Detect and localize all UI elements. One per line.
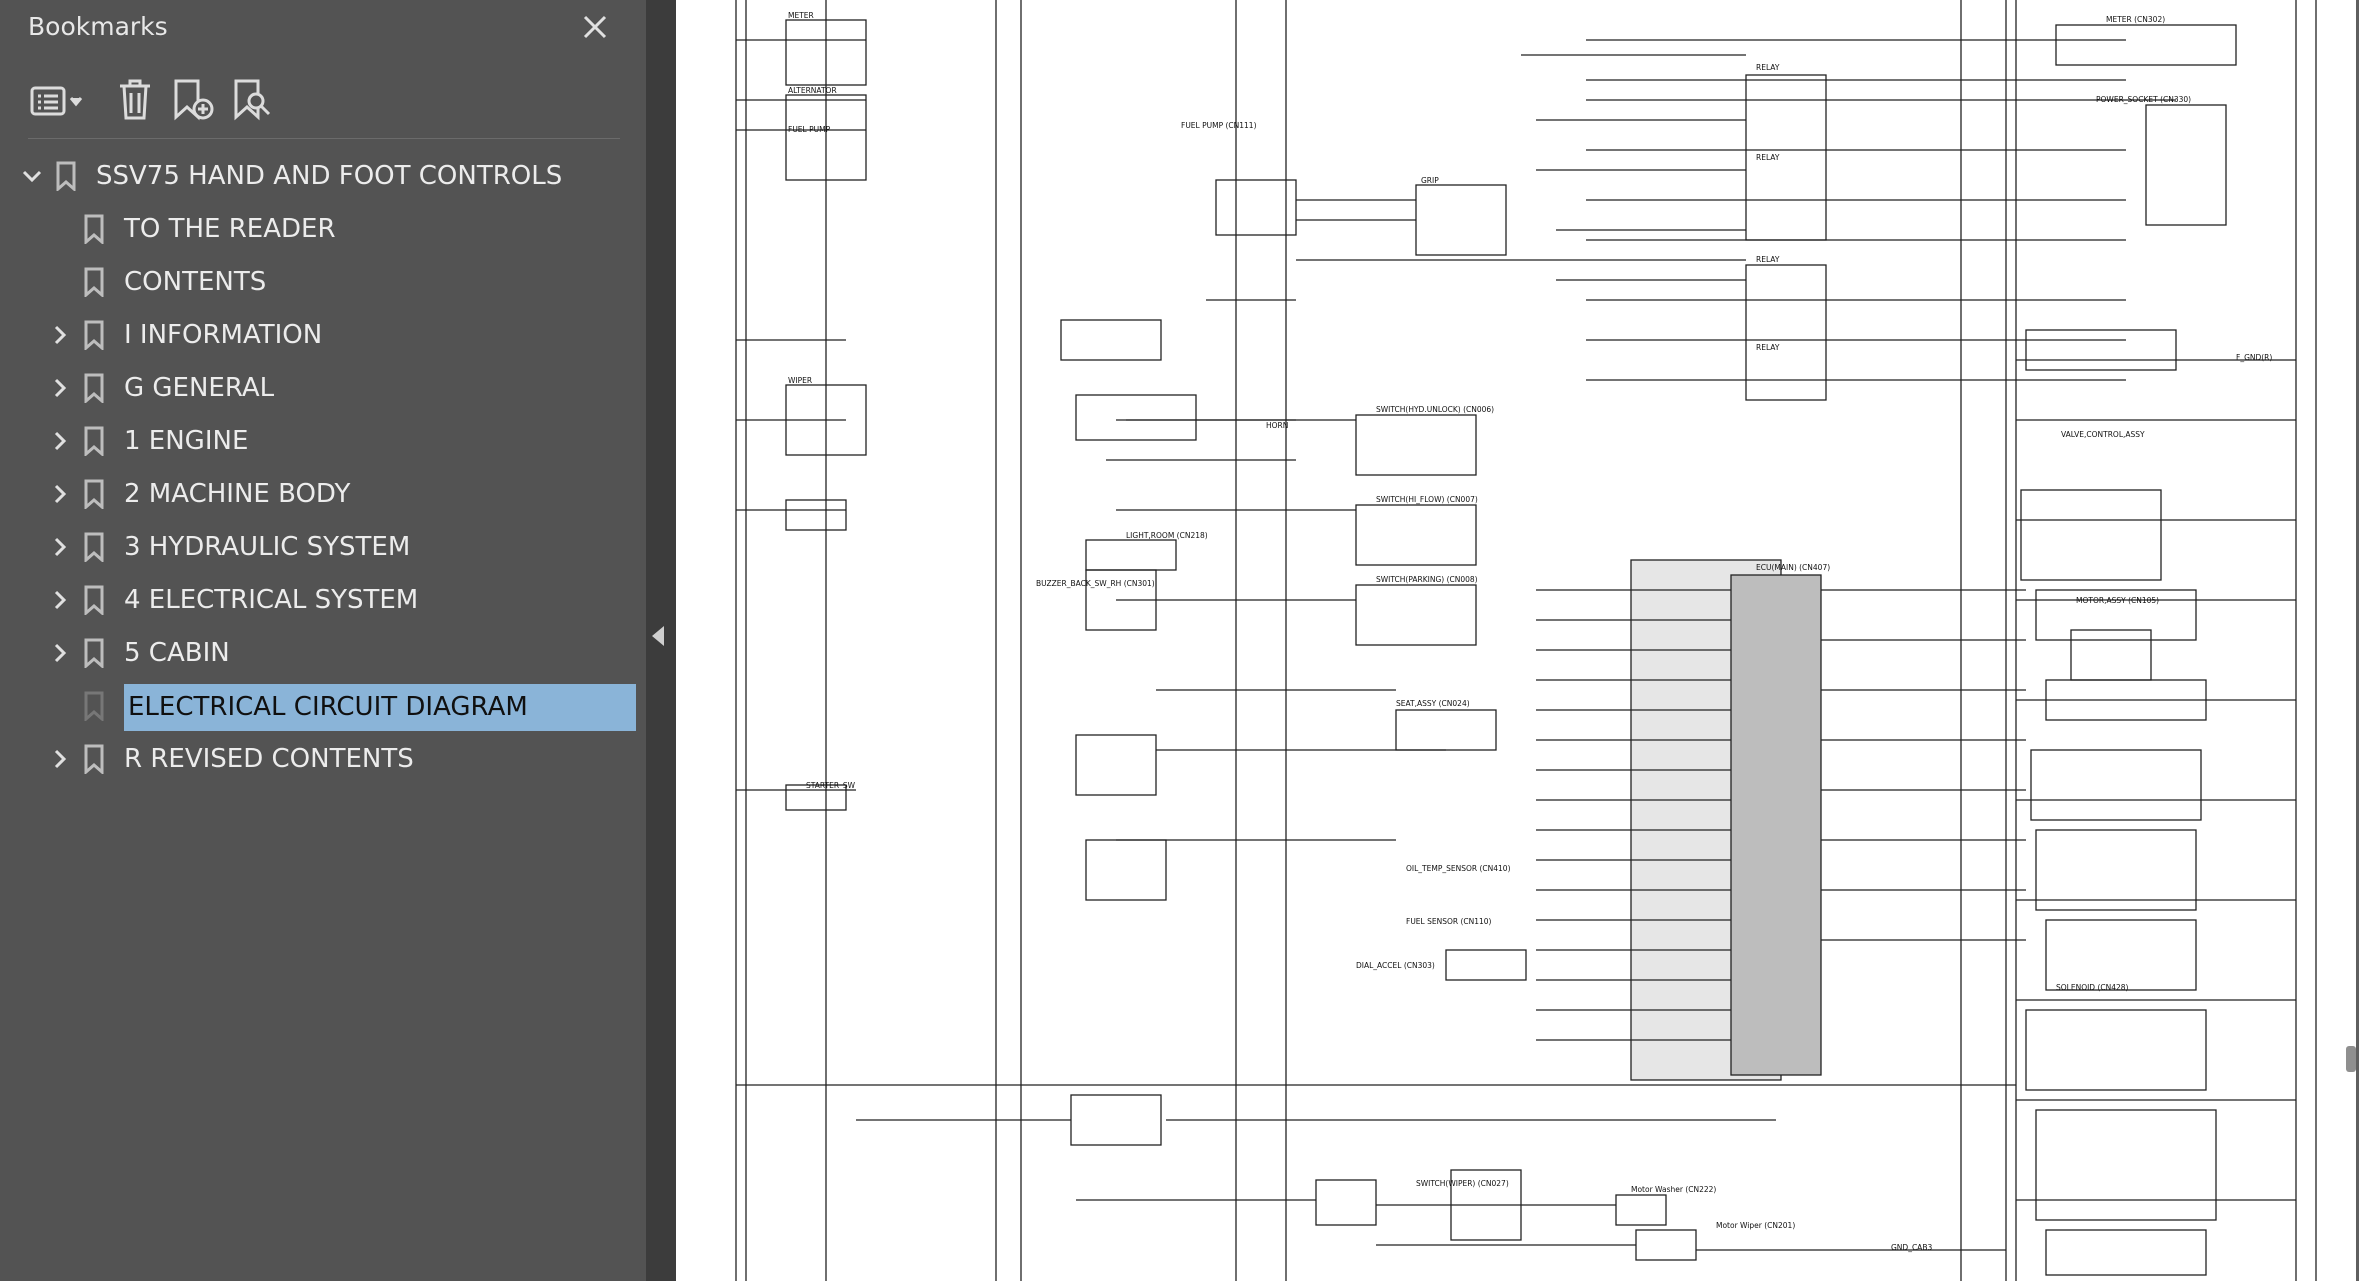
chevron-right-icon[interactable] [48, 535, 72, 559]
diagram-label: OIL_TEMP_SENSOR (CN410) [1406, 864, 1511, 873]
bookmark-item[interactable]: R REVISED CONTENTS [0, 733, 646, 786]
chevron-right-icon[interactable] [48, 747, 72, 771]
bookmark-label: 5 CABIN [124, 638, 230, 668]
diagram-label: F_GND(R) [2236, 353, 2272, 362]
new-bookmark-button[interactable] [168, 72, 218, 128]
chevron-right-icon[interactable] [48, 482, 72, 506]
bookmark-item[interactable]: SSV75 HAND AND FOOT CONTROLS [0, 150, 646, 203]
diagram-label: GND_CAB3 [1891, 1243, 1932, 1252]
bookmarks-toolbar [20, 72, 620, 132]
bookmark-item[interactable]: I INFORMATION [0, 309, 646, 362]
diagram-label: HORN [1266, 421, 1288, 430]
chevron-right-icon[interactable] [48, 429, 72, 453]
options-menu-button[interactable] [26, 72, 90, 128]
bookmark-icon [84, 744, 104, 776]
panel-header: Bookmarks [0, 0, 646, 56]
bookmark-item[interactable]: 1 ENGINE [0, 415, 646, 468]
bookmark-label: ELECTRICAL CIRCUIT DIAGRAM [124, 684, 636, 731]
bookmark-icon [84, 267, 104, 299]
chevron-right-icon[interactable] [48, 641, 72, 665]
diagram-label: MOTOR,ASSY (CN105) [2076, 596, 2159, 605]
diagram-label: METER (CN302) [2106, 15, 2165, 24]
bookmark-label: SSV75 HAND AND FOOT CONTROLS [96, 161, 563, 191]
trash-icon [120, 79, 150, 120]
bookmark-item[interactable]: 5 CABIN [0, 627, 646, 680]
panel-title: Bookmarks [28, 12, 168, 41]
diagram-label: POWER_SOCKET (CN330) [2096, 95, 2191, 104]
vertical-scrollbar-thumb[interactable] [2346, 1046, 2356, 1072]
diagram-label: LIGHT,ROOM (CN218) [1126, 531, 1208, 540]
list-options-icon [30, 86, 83, 116]
close-button[interactable] [576, 8, 614, 46]
circuit-diagram: METER ALTERNATOR FUEL PUMP FUEL PUMP (CN… [735, 0, 2317, 1281]
diagram-label: SWITCH(WIPER) (CN027) [1416, 1179, 1509, 1188]
bookmark-label: 2 MACHINE BODY [124, 479, 351, 509]
bookmark-icon [84, 214, 104, 246]
toolbar-divider [28, 138, 620, 139]
diagram-label: SEAT,ASSY (CN024) [1396, 699, 1470, 708]
document-page: METER ALTERNATOR FUEL PUMP FUEL PUMP (CN… [676, 0, 2356, 1281]
bookmark-search-icon [234, 79, 271, 121]
diagram-label: RELAY [1756, 63, 1780, 72]
diagram-label: Motor Wiper (CN201) [1716, 1221, 1795, 1230]
collapse-panel-arrow-icon[interactable] [652, 626, 664, 646]
bookmark-icon [84, 532, 104, 564]
bookmark-icon [84, 479, 104, 511]
find-bookmark-button[interactable] [228, 72, 278, 128]
bookmark-label: I INFORMATION [124, 320, 323, 350]
diagram-label: RELAY [1756, 343, 1780, 352]
bookmark-label: TO THE READER [124, 214, 336, 244]
bookmark-label: 1 ENGINE [124, 426, 249, 456]
diagram-label: ECU(MAIN) (CN407) [1756, 563, 1830, 572]
bookmark-add-icon [174, 79, 214, 121]
bookmark-item[interactable]: TO THE READER [0, 203, 646, 256]
diagram-label: STARTER_SW [806, 781, 856, 790]
bookmark-icon [84, 373, 104, 405]
diagram-label: SOLENOID (CN428) [2056, 983, 2129, 992]
diagram-label: METER [788, 11, 814, 20]
bookmark-icon [84, 691, 104, 723]
bookmark-item[interactable]: 3 HYDRAULIC SYSTEM [0, 521, 646, 574]
bookmarks-panel: Bookmarks SSV75 HAND AND FOOT CONTROLS T… [0, 0, 646, 1281]
diagram-label: RELAY [1756, 255, 1780, 264]
bookmark-label: 3 HYDRAULIC SYSTEM [124, 532, 411, 562]
chevron-right-icon[interactable] [48, 323, 72, 347]
diagram-label: Motor Washer (CN222) [1631, 1185, 1716, 1194]
bookmark-item[interactable]: CONTENTS [0, 256, 646, 309]
bookmark-item-selected[interactable]: ELECTRICAL CIRCUIT DIAGRAM [0, 680, 646, 733]
bookmark-label: 4 ELECTRICAL SYSTEM [124, 585, 419, 615]
bookmark-icon [56, 161, 76, 193]
chevron-right-icon[interactable] [48, 376, 72, 400]
bookmark-icon [84, 426, 104, 458]
diagram-label: FUEL SENSOR (CN110) [1406, 917, 1492, 926]
diagram-label: SWITCH(PARKING) (CN008) [1376, 575, 1478, 584]
chevron-right-icon[interactable] [48, 588, 72, 612]
bookmark-item[interactable]: G GENERAL [0, 362, 646, 415]
close-icon [583, 15, 607, 39]
diagram-label: FUEL PUMP [788, 125, 831, 134]
diagram-label: SWITCH(HI_FLOW) (CN007) [1376, 495, 1478, 504]
diagram-label: RELAY [1756, 153, 1780, 162]
delete-bookmark-button[interactable] [110, 72, 160, 128]
bookmark-icon [84, 638, 104, 670]
bookmark-icon [84, 585, 104, 617]
diagram-label: VALVE,CONTROL,ASSY [2061, 430, 2145, 439]
bookmark-icon [84, 320, 104, 352]
diagram-label: FUEL PUMP (CN111) [1181, 121, 1257, 130]
bookmark-item[interactable]: 2 MACHINE BODY [0, 468, 646, 521]
diagram-label: DIAL_ACCEL (CN303) [1356, 961, 1435, 970]
diagram-label: BUZZER_BACK_SW_RH (CN301) [1036, 579, 1155, 588]
document-viewport[interactable]: METER ALTERNATOR FUEL PUMP FUEL PUMP (CN… [676, 0, 2359, 1281]
diagram-label: ALTERNATOR [788, 86, 837, 95]
bookmark-label: R REVISED CONTENTS [124, 744, 414, 774]
bookmark-label: G GENERAL [124, 373, 275, 403]
diagram-label: GRIP [1421, 176, 1439, 185]
diagram-label: WIPER [788, 376, 812, 385]
bookmark-item[interactable]: 4 ELECTRICAL SYSTEM [0, 574, 646, 627]
panel-splitter[interactable] [646, 0, 676, 1281]
chevron-down-icon[interactable] [20, 164, 44, 188]
bookmark-label: CONTENTS [124, 267, 267, 297]
diagram-label: SWITCH(HYD.UNLOCK) (CN006) [1376, 405, 1494, 414]
